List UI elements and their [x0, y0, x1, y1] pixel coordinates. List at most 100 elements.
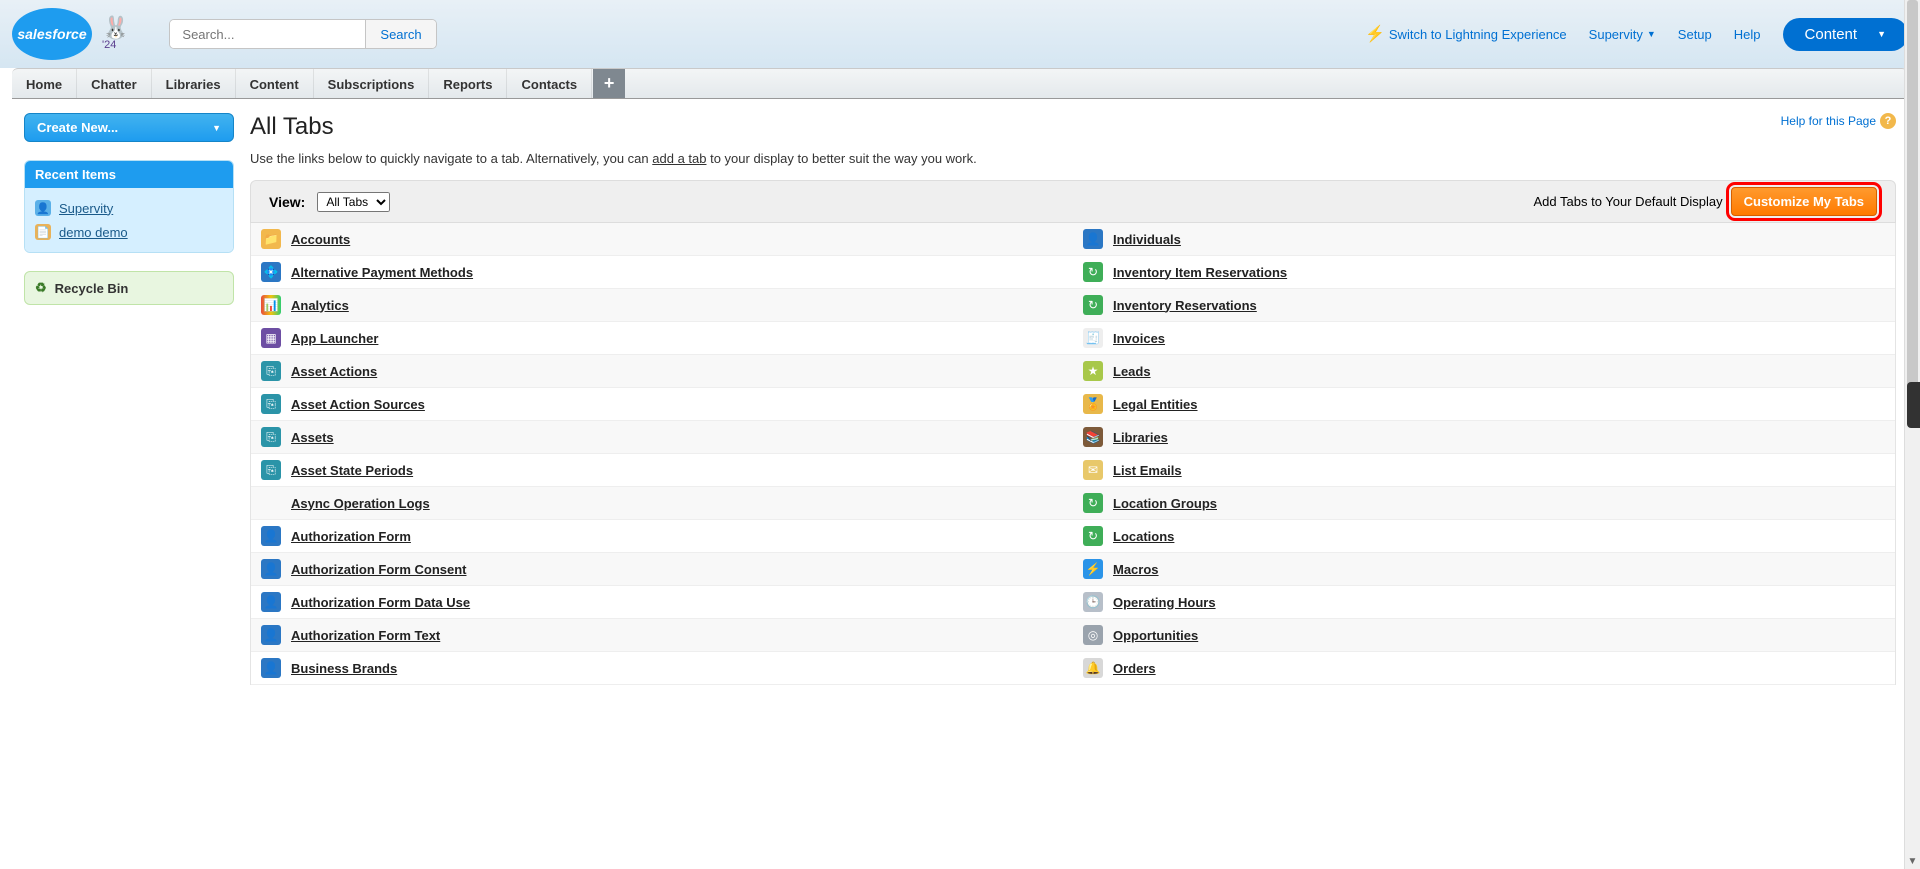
tab-icon: ↻: [1083, 493, 1103, 513]
tab-row: ✉List Emails: [1073, 454, 1895, 487]
tab-link[interactable]: Leads: [1113, 364, 1151, 379]
tab-icon: ◎: [1083, 625, 1103, 645]
nav-tab[interactable]: Home: [12, 69, 77, 98]
search-input[interactable]: [170, 20, 365, 48]
tabs-column-right: 👤 Individuals ↻ Inventory Item Reservations…: [1073, 223, 1895, 685]
tab-row: 🧾Invoices: [1073, 322, 1895, 355]
tab-icon: ↻: [1083, 295, 1103, 315]
tab-link[interactable]: Authorization Form Consent: [291, 562, 467, 577]
scroll-down-icon[interactable]: ▼: [1905, 853, 1920, 869]
user-icon: 👤: [35, 200, 51, 216]
add-tab-button[interactable]: +: [593, 69, 625, 98]
caret-icon: ▼: [1647, 29, 1656, 39]
tab-icon: 📊: [261, 295, 281, 315]
tab-icon: ↻: [1083, 262, 1103, 282]
browser-scrollbar[interactable]: ▲ ▼: [1904, 0, 1920, 869]
view-select[interactable]: All Tabs: [317, 192, 390, 212]
switch-lightning-link[interactable]: ⚡Switch to Lightning Experience: [1365, 24, 1567, 44]
salesforce-logo[interactable]: salesforce: [12, 8, 92, 60]
tab-row: 👤 Individuals: [1073, 223, 1895, 256]
tab-row: 👤Business Brands: [251, 652, 1073, 685]
tab-row: ↻ Inventory Reservations: [1073, 289, 1895, 322]
scroll-thumb[interactable]: [1907, 0, 1918, 420]
tab-row: 🏅 Legal Entities: [1073, 388, 1895, 421]
tab-icon: ★: [1083, 361, 1103, 381]
tab-link[interactable]: Locations: [1113, 529, 1174, 544]
customize-my-tabs-button[interactable]: Customize My Tabs: [1731, 187, 1877, 216]
recent-item-link[interactable]: Supervity: [59, 201, 113, 216]
tab-link[interactable]: Business Brands: [291, 661, 397, 676]
tab-link[interactable]: Authorization Form Data Use: [291, 595, 470, 610]
recent-items-header: Recent Items: [25, 161, 233, 188]
recycle-bin[interactable]: ♻Recycle Bin: [24, 271, 234, 305]
page-title: All Tabs: [250, 113, 1896, 141]
tab-link[interactable]: Asset Actions: [291, 364, 377, 379]
tab-link[interactable]: Authorization Form: [291, 529, 411, 544]
setup-link[interactable]: Setup: [1678, 27, 1712, 42]
tab-link[interactable]: Alternative Payment Methods: [291, 265, 473, 280]
all-tabs-table: 📁 Accounts 💠 Alternative Payment Methods 📊 An…: [250, 223, 1896, 685]
tab-row: ⎘Asset State Periods: [251, 454, 1073, 487]
tab-link[interactable]: Asset State Periods: [291, 463, 413, 478]
search-button[interactable]: Search: [365, 20, 435, 48]
nav-tab[interactable]: Content: [236, 69, 314, 98]
tab-icon: 👤: [261, 526, 281, 546]
create-new-button[interactable]: Create New...▼: [24, 113, 234, 142]
tabs-column-left: 📁 Accounts 💠 Alternative Payment Methods 📊 An…: [251, 223, 1073, 685]
help-icon: ?: [1880, 113, 1896, 129]
sidebar: Create New...▼ Recent Items 👤Supervity📄d…: [24, 113, 234, 685]
tab-link[interactable]: Orders: [1113, 661, 1156, 676]
tab-icon: ↻: [1083, 526, 1103, 546]
tab-row: ⎘Asset Actions: [251, 355, 1073, 388]
tab-link[interactable]: Operating Hours: [1113, 595, 1216, 610]
help-link[interactable]: Help: [1734, 27, 1761, 42]
tab-link[interactable]: Macros: [1113, 562, 1159, 577]
nav-tab[interactable]: Subscriptions: [314, 69, 430, 98]
tab-row: ⎘ Assets: [251, 421, 1073, 454]
help-for-page-link[interactable]: Help for this Page?: [1781, 113, 1896, 129]
tab-icon: ⎘: [261, 427, 281, 447]
add-tabs-default-text: Add Tabs to Your Default Display: [1534, 194, 1723, 209]
header-bar: salesforce '24 Search ⚡Switch to Lightni…: [0, 0, 1920, 68]
tab-link[interactable]: Assets: [291, 430, 334, 445]
mascot-badge: '24: [102, 17, 129, 51]
tab-link[interactable]: Inventory Reservations: [1113, 298, 1257, 313]
nav-tab[interactable]: Reports: [429, 69, 507, 98]
tab-icon: 🏅: [1083, 394, 1103, 414]
tab-link[interactable]: Location Groups: [1113, 496, 1217, 511]
app-menu[interactable]: Content▼: [1783, 18, 1908, 51]
tab-link[interactable]: Legal Entities: [1113, 397, 1198, 412]
tab-link[interactable]: Analytics: [291, 298, 349, 313]
tab-link[interactable]: Inventory Item Reservations: [1113, 265, 1287, 280]
tab-link[interactable]: Async Operation Logs: [291, 496, 430, 511]
nav-tab[interactable]: Contacts: [507, 69, 592, 98]
tab-row: Async Operation Logs: [251, 487, 1073, 520]
tab-link[interactable]: Authorization Form Text: [291, 628, 440, 643]
tab-row: 🔔Orders: [1073, 652, 1895, 685]
tab-icon: 📁: [261, 229, 281, 249]
tab-link[interactable]: List Emails: [1113, 463, 1182, 478]
recent-item-link[interactable]: demo demo: [59, 225, 128, 240]
tab-link[interactable]: Invoices: [1113, 331, 1165, 346]
tab-link[interactable]: Opportunities: [1113, 628, 1198, 643]
body: Create New...▼ Recent Items 👤Supervity📄d…: [12, 99, 1908, 685]
tab-row: 📊 Analytics: [251, 289, 1073, 322]
tab-link[interactable]: Individuals: [1113, 232, 1181, 247]
nav-tab[interactable]: Libraries: [152, 69, 236, 98]
user-menu[interactable]: Supervity▼: [1589, 27, 1656, 42]
side-panel-handle[interactable]: [1907, 382, 1920, 428]
search-wrap: Search: [169, 19, 436, 49]
tab-link[interactable]: Asset Action Sources: [291, 397, 425, 412]
tab-icon: ▦: [261, 328, 281, 348]
tab-icon: 👤: [1083, 229, 1103, 249]
page-subtitle: Use the links below to quickly navigate …: [250, 151, 1896, 166]
tab-row: ⚡Macros: [1073, 553, 1895, 586]
tab-row: 🕒Operating Hours: [1073, 586, 1895, 619]
tab-icon: 💠: [261, 262, 281, 282]
tab-link[interactable]: Accounts: [291, 232, 350, 247]
nav-tab[interactable]: Chatter: [77, 69, 152, 98]
add-a-tab-link[interactable]: add a tab: [652, 151, 706, 166]
tab-link[interactable]: App Launcher: [291, 331, 378, 346]
recent-items-list: 👤Supervity📄demo demo: [25, 188, 233, 252]
tab-link[interactable]: Libraries: [1113, 430, 1168, 445]
